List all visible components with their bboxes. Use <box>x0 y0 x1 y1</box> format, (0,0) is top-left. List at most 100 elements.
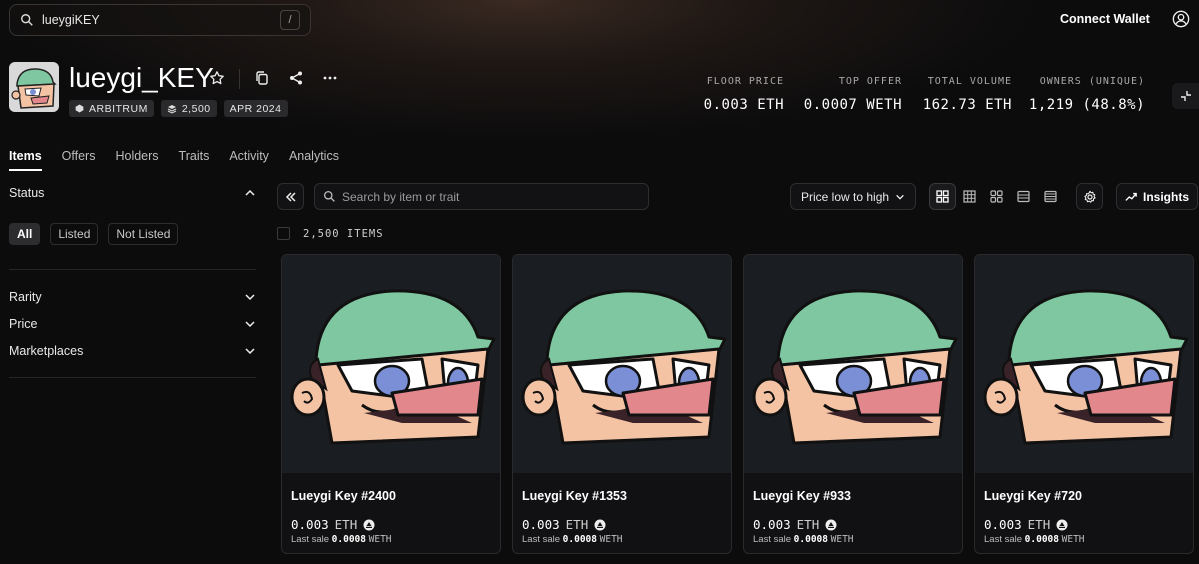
status-section-header[interactable]: Status <box>9 180 256 206</box>
item-card[interactable]: Lueygi Key #720 0.003 ETH Last sale 0.00… <box>974 254 1194 554</box>
stat-value: 0.0007 WETH <box>803 97 902 113</box>
rarity-section-header[interactable]: Rarity <box>9 284 256 310</box>
copy-icon[interactable] <box>254 70 270 86</box>
item-price: 0.003 ETH <box>984 517 1068 532</box>
last-sale-value: 0.0008 <box>562 534 597 545</box>
collapse-sidebar-button[interactable] <box>277 183 304 210</box>
grid-small-icon <box>963 190 976 203</box>
double-chevron-left-icon <box>285 191 296 202</box>
rarity-label: Rarity <box>9 290 42 304</box>
tab-holders[interactable]: Holders <box>115 149 158 171</box>
share-icon[interactable] <box>288 70 304 86</box>
trend-up-icon <box>1125 192 1137 201</box>
last-sale-value: 0.0008 <box>793 534 828 545</box>
item-name: Lueygi Key #2400 <box>291 489 396 503</box>
tab-analytics[interactable]: Analytics <box>289 149 339 171</box>
last-sale-currency: WETH <box>368 534 392 545</box>
item-image[interactable] <box>513 255 731 473</box>
last-sale-label: Last sale <box>522 534 561 545</box>
collapse-stats-button[interactable] <box>1172 83 1199 109</box>
sort-label: Price low to high <box>801 189 890 204</box>
item-name: Lueygi Key #1353 <box>522 489 627 503</box>
last-sale-label: Last sale <box>753 534 792 545</box>
collection-avatar <box>9 62 59 112</box>
item-price-value: 0.003 <box>291 517 329 532</box>
item-search-placeholder: Search by item or trait <box>342 189 460 204</box>
table-icon <box>1044 190 1057 203</box>
stat-total-volume: TOTAL VOLUME 162.73 ETH <box>923 76 1012 113</box>
list-icon <box>1017 190 1030 203</box>
item-card[interactable]: Lueygi Key #2400 0.003 ETH Last sale 0.0… <box>281 254 501 554</box>
favorite-star-icon[interactable] <box>209 70 225 86</box>
filter-sidebar: Status All Listed Not Listed Rarity Pric… <box>9 180 256 378</box>
item-price-currency: ETH <box>565 517 589 532</box>
stat-owners: OWNERS (UNIQUE) 1,219 (48.8%) <box>1029 76 1145 113</box>
last-sale-label: Last sale <box>984 534 1023 545</box>
item-price-currency: ETH <box>334 517 358 532</box>
item-price: 0.003 ETH <box>753 517 837 532</box>
view-small-grid-button[interactable] <box>956 183 983 210</box>
items-grid: Lueygi Key #2400 0.003 ETH Last sale 0.0… <box>281 254 1194 554</box>
insights-label: Insights <box>1142 189 1189 204</box>
marketplaces-label: Marketplaces <box>9 343 84 358</box>
item-price-currency: ETH <box>796 517 820 532</box>
item-card[interactable]: Lueygi Key #933 0.003 ETH Last sale 0.00… <box>743 254 963 554</box>
price-section-header[interactable]: Price <box>9 310 256 337</box>
filter-not-listed[interactable]: Not Listed <box>108 223 179 245</box>
item-image[interactable] <box>975 255 1193 473</box>
supply-label: 2,500 <box>181 102 211 115</box>
item-name: Lueygi Key #933 <box>753 489 851 503</box>
item-image[interactable] <box>744 255 962 473</box>
arbitrum-icon <box>75 104 84 113</box>
global-search-input[interactable]: lueygiKEY / <box>9 4 311 36</box>
item-price: 0.003 ETH <box>522 517 606 532</box>
tab-traits[interactable]: Traits <box>179 149 210 171</box>
item-search-input[interactable]: Search by item or trait <box>314 183 649 210</box>
stat-value: 0.003 ETH <box>703 97 784 113</box>
view-list-button[interactable] <box>1010 183 1037 210</box>
layers-icon <box>167 104 177 114</box>
stat-label: FLOOR PRICE <box>706 76 784 87</box>
stat-top-offer: TOP OFFER 0.0007 WETH <box>804 76 902 113</box>
marketplaces-section-header[interactable]: Marketplaces <box>9 337 256 364</box>
last-sale-currency: WETH <box>830 534 854 545</box>
last-sale-currency: WETH <box>1061 534 1085 545</box>
marketplace-icon <box>363 519 375 530</box>
more-options-icon[interactable] <box>322 70 338 86</box>
view-large-grid-button[interactable] <box>929 183 956 210</box>
tab-items[interactable]: Items <box>9 149 42 171</box>
last-sale-currency: WETH <box>599 534 623 545</box>
stat-floor-price: FLOOR PRICE 0.003 ETH <box>704 76 784 113</box>
marketplace-icon <box>825 519 837 530</box>
settings-button[interactable] <box>1076 183 1103 210</box>
grid-large-icon <box>936 190 949 203</box>
marketplace-icon <box>1056 519 1068 530</box>
item-price-value: 0.003 <box>522 517 560 532</box>
last-sale-value: 0.0008 <box>331 534 366 545</box>
collection-name: lueygi_KEY <box>69 62 214 93</box>
tab-offers[interactable]: Offers <box>62 149 96 171</box>
date-chip: APR 2024 <box>223 100 288 117</box>
view-table-button[interactable] <box>1037 183 1064 210</box>
item-card[interactable]: Lueygi Key #1353 0.003 ETH Last sale 0.0… <box>512 254 732 554</box>
items-count: 2,500 ITEMS <box>303 227 384 240</box>
chain-chip: ARBITRUM <box>69 100 154 117</box>
tab-activity[interactable]: Activity <box>229 149 269 171</box>
last-sale-label: Last sale <box>291 534 330 545</box>
top-bar: lueygiKEY / Connect Wallet <box>0 0 1199 38</box>
insights-button[interactable]: Insights <box>1116 183 1198 210</box>
header-divider <box>239 69 240 89</box>
select-all-checkbox[interactable] <box>277 227 290 240</box>
filter-listed[interactable]: Listed <box>50 223 99 245</box>
item-last-sale: Last sale 0.0008 WETH <box>291 534 392 545</box>
sort-dropdown[interactable]: Price low to high <box>790 183 916 210</box>
collection-tabs: Items Offers Holders Traits Activity Ana… <box>9 149 339 171</box>
filter-all[interactable]: All <box>9 223 41 245</box>
view-mode-switcher <box>929 183 1064 210</box>
items-toolbar: Search by item or trait Price low to hig… <box>277 183 1199 210</box>
account-icon[interactable] <box>1172 10 1190 28</box>
supply-chip: 2,500 <box>160 100 217 117</box>
connect-wallet-button[interactable]: Connect Wallet <box>1060 12 1150 26</box>
item-image[interactable] <box>282 255 500 473</box>
view-masonry-button[interactable] <box>983 183 1010 210</box>
